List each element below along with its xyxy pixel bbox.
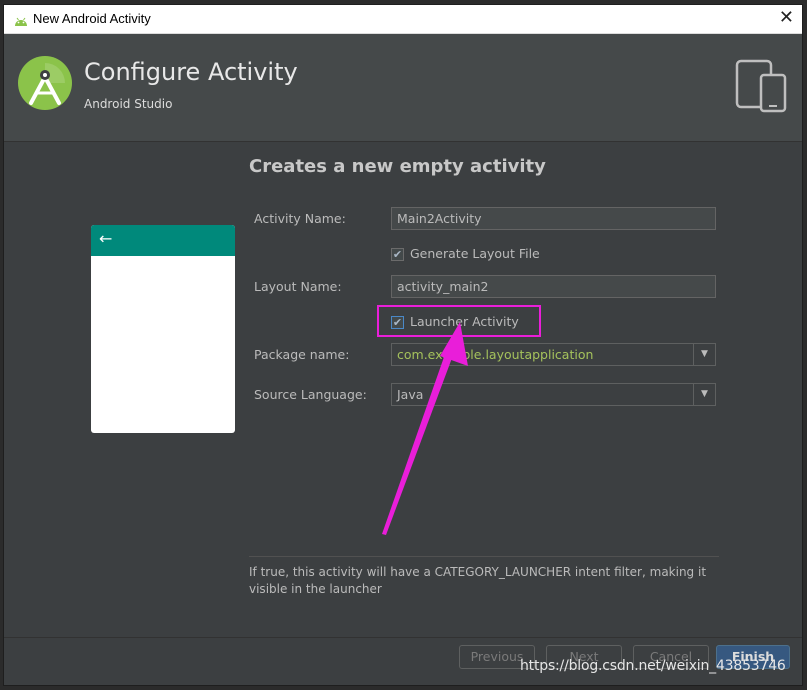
annotation-arrow xyxy=(382,322,468,535)
watermark-text: https://blog.csdn.net/weixin_43853746 xyxy=(520,658,786,674)
